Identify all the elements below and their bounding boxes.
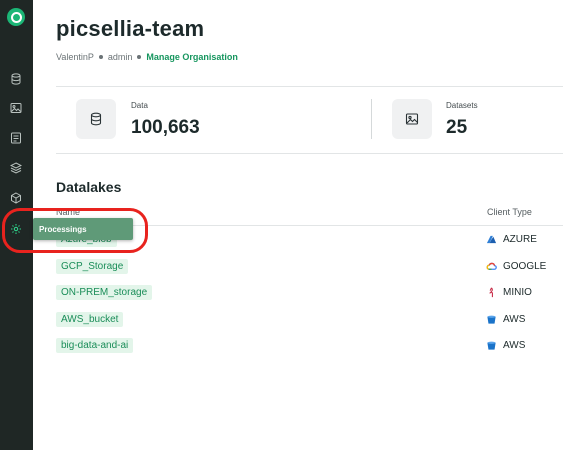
datasets-stat-label: Datasets — [446, 101, 478, 110]
azure-icon — [486, 235, 497, 244]
divider — [56, 153, 563, 154]
datalakes-title: Datalakes — [56, 179, 122, 195]
google-cloud-icon — [486, 262, 497, 270]
column-header-client-type[interactable]: Client Type — [487, 207, 532, 217]
aws-bucket-icon — [487, 341, 496, 350]
data-stat-icon — [76, 99, 116, 139]
database-icon — [90, 112, 102, 126]
table-row[interactable]: GCP_Storage GOOGLE — [56, 254, 563, 281]
client-type-cell: AWS — [486, 314, 525, 325]
client-type-label: AZURE — [503, 234, 537, 245]
aws-bucket-icon — [487, 315, 496, 324]
data-stat-value: 100,663 — [131, 117, 200, 138]
breadcrumb: ValentinP admin Manage Organisation — [56, 52, 238, 62]
picsellia-logo[interactable] — [7, 8, 25, 26]
database-icon[interactable] — [9, 72, 23, 86]
client-type-cell: MINIO — [486, 287, 532, 298]
app-window: picsellia-team ValentinP admin Manage Or… — [0, 0, 563, 450]
manage-organisation-link[interactable]: Manage Organisation — [146, 52, 238, 62]
stat-divider — [371, 99, 372, 139]
client-type-cell: GOOGLE — [486, 261, 546, 272]
table-row[interactable]: big-data-and-ai AWS — [56, 333, 563, 360]
sidebar — [0, 0, 33, 450]
image-icon[interactable] — [9, 101, 23, 115]
page-title: picsellia-team — [56, 16, 205, 41]
layers-icon[interactable] — [9, 161, 23, 175]
client-type-cell: AWS — [486, 340, 525, 351]
separator-dot — [98, 55, 103, 59]
client-type-label: AWS — [503, 340, 526, 351]
datalakes-table: Azure_blob AZURE GCP_Storage GOOGLE ON-P… — [56, 227, 563, 360]
data-stat-label: Data — [131, 101, 148, 110]
divider — [56, 86, 563, 87]
datasets-stat-icon — [392, 99, 432, 139]
image-icon — [405, 113, 419, 125]
separator-dot — [137, 55, 142, 59]
datalake-name-tag[interactable]: GCP_Storage — [56, 258, 129, 274]
deploy-icon[interactable] — [9, 191, 23, 205]
datasets-stat-value: 25 — [446, 117, 468, 138]
datalake-name-tag[interactable]: big-data-and-ai — [56, 338, 134, 353]
breadcrumb-user: ValentinP — [56, 52, 94, 62]
processings-tooltip: Processings — [33, 218, 133, 240]
datalake-name-tag[interactable]: AWS_bucket — [56, 311, 124, 327]
client-type-label: AWS — [503, 313, 526, 325]
column-header-name[interactable]: Name — [56, 207, 80, 217]
table-row[interactable]: AWS_bucket AWS — [56, 307, 563, 334]
experiment-icon[interactable] — [9, 131, 23, 145]
minio-icon — [489, 287, 493, 298]
datalake-name-tag[interactable]: ON-PREM_storage — [56, 285, 153, 300]
client-type-label: GOOGLE — [503, 260, 547, 272]
table-row[interactable]: ON-PREM_storage MINIO — [56, 280, 563, 307]
breadcrumb-role: admin — [107, 52, 133, 62]
gear-icon[interactable] — [9, 222, 23, 236]
client-type-label: MINIO — [503, 287, 532, 298]
client-type-cell: AZURE — [486, 234, 537, 245]
